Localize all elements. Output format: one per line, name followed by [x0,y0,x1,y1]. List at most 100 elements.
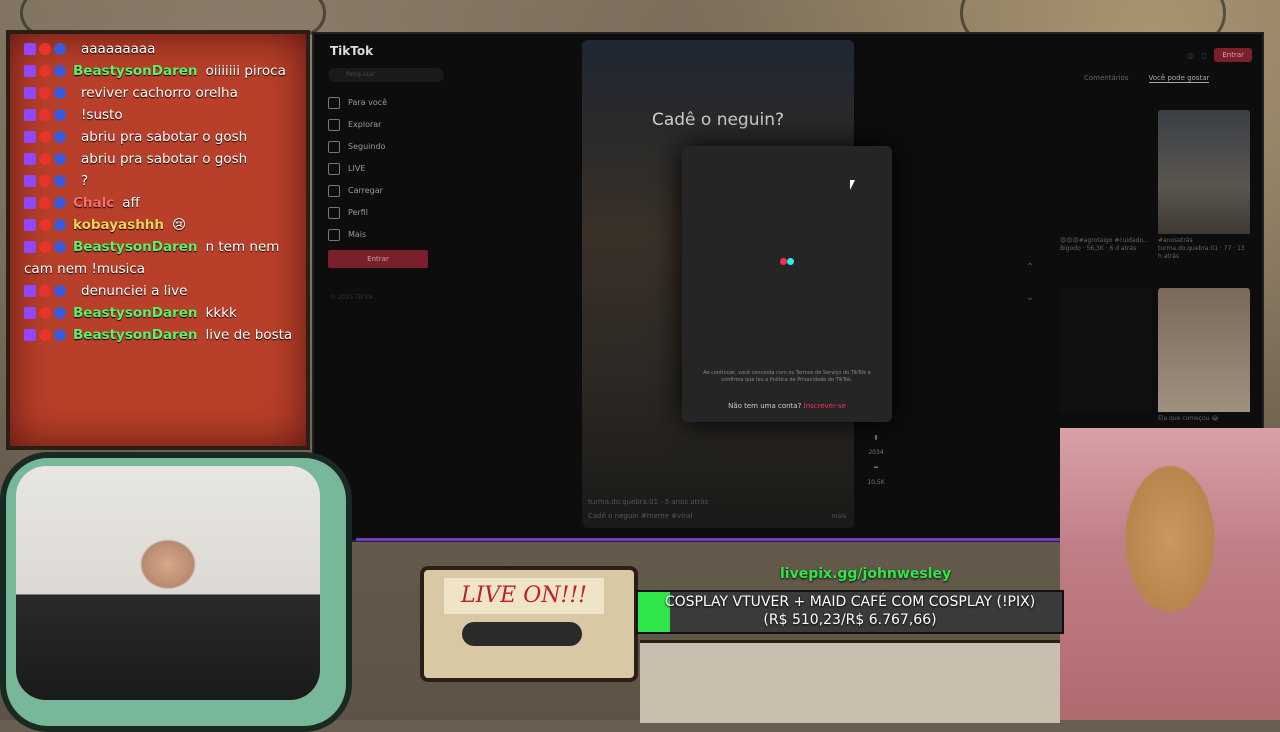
chat-text: reviver cachorro orelha [81,85,238,101]
chat-message: BeastysonDaren kkkk [24,302,300,324]
more-link[interactable]: mais [832,513,846,520]
phone-icon[interactable]: ▯ [1202,51,1206,60]
chat-panel: aaaaaaaaa BeastysonDaren oiiiiiii piroca re… [6,30,310,450]
chevron-up-icon[interactable]: ⌃ [1026,262,1034,273]
user-badges [24,324,69,346]
tabs: Comentários Você pode gostar [1084,74,1210,83]
chat-message: Chalc aff [24,192,300,214]
chat-username[interactable]: BeastysonDaren [73,63,198,79]
badge-icon [54,175,66,187]
badge-icon [39,131,51,143]
chat-message-list: aaaaaaaaa BeastysonDaren oiiiiiii piroca re… [24,34,300,446]
goal-url: livepix.gg/johnwesley [780,566,952,582]
chat-text: abriu pra sabotar o gosh [81,129,248,145]
chat-username[interactable]: BeastysonDaren [73,305,198,321]
machine-decoration [640,640,1060,723]
user-badges [24,236,69,258]
mouse-cursor [850,180,855,190]
badge-icon [24,65,36,77]
badge-icon [54,153,66,165]
login-button[interactable]: Entrar [328,250,428,268]
sidebar-item-perfil[interactable]: Perfil [328,202,387,224]
chat-username[interactable]: BeastysonDaren [73,239,198,255]
sidebar-item-seguindo[interactable]: Seguindo [328,136,387,158]
tab-voce-pode-gostar[interactable]: Você pode gostar [1148,74,1210,83]
sidebar-item-live[interactable]: LIVE [328,158,387,180]
signup-text: Não tem uma conta? [728,402,802,410]
goal-title: COSPLAY VTUVER + MAID CAFÉ COM COSPLAY (… [664,594,1036,610]
user-badges [24,60,69,82]
badge-icon [24,329,36,341]
badge-icon [24,131,36,143]
sidebar-item-explorar[interactable]: Explorar [328,114,387,136]
badge-icon [24,197,36,209]
bookmark-icon[interactable]: ▮ [866,434,886,441]
chat-text: abriu pra sabotar o gosh [81,151,248,167]
user-badges [24,38,69,60]
recommended-video[interactable]: #anosatrás turma.do.quebra.01 · 77 · 13 … [1158,110,1250,261]
badge-icon [54,307,66,319]
tiktok-logo[interactable]: TikTok [330,44,373,58]
chat-message: abriu pra sabotar o gosh [24,148,300,170]
badge-icon [39,285,51,297]
chevron-down-icon[interactable]: ⌄ [1026,292,1034,303]
sidebar-item-para-voce[interactable]: Para você [328,92,387,114]
badge-icon [39,219,51,231]
chat-message: BeastysonDaren n tem nem cam nem !musica [24,236,300,280]
video-caption: Ela que começou 😂 [1158,415,1219,422]
badge-icon [54,197,66,209]
badge-icon [54,87,66,99]
tab-comentarios[interactable]: Comentários [1084,74,1129,83]
search-input[interactable]: Pesquisar [328,68,444,82]
recommended-video[interactable]: Ela que começou 😂 [1158,288,1250,423]
user-badges [24,280,69,302]
user-badges [24,82,69,104]
share-count: 10,5K [867,479,885,486]
recommended-video[interactable] [1060,288,1152,412]
badge-icon [54,43,66,55]
video-thumbnail [1158,288,1250,412]
badge-icon [54,65,66,77]
sidebar-nav: Para você Explorar Seguindo LIVE Carrega… [328,92,387,246]
chat-text: aaaaaaaaa [81,41,156,57]
user-badges [24,170,69,192]
recommended-video[interactable]: 😍😍😍#agrotaigo #cuidado... Bigodo · 56,3K… [1060,110,1152,253]
coin-icon[interactable]: ◎ [1187,51,1194,60]
second-webcam [1060,428,1280,720]
badge-icon [54,131,66,143]
chat-message: abriu pra sabotar o gosh [24,126,300,148]
share-icon[interactable]: ➦ [866,464,886,471]
badge-icon [39,153,51,165]
badge-icon [39,43,51,55]
more-icon [328,229,340,241]
top-login-button[interactable]: Entrar [1214,48,1252,62]
chat-username[interactable]: kobayashhh [73,217,164,233]
video-description: Cadê o neguin #meme #viral [588,512,693,520]
divider-line [356,538,1060,541]
sidebar-item-carregar[interactable]: Carregar [328,180,387,202]
upload-icon [328,185,340,197]
goal-text: COSPLAY VTUVER + MAID CAFÉ COM COSPLAY (… [638,593,1062,629]
chat-message: BeastysonDaren oiiiiiii piroca [24,60,300,82]
users-icon [328,141,340,153]
terms-text: Ao continuar, você concorda com os Termo… [703,370,871,383]
chat-text: live de bosta [205,327,293,343]
sidebar-item-mais[interactable]: Mais [328,224,387,246]
chat-username[interactable]: BeastysonDaren [73,327,198,343]
badge-icon [24,109,36,121]
loading-spinner [780,250,794,269]
user-badges [24,192,69,214]
badge-icon [39,307,51,319]
loading-dot-cyan [787,258,794,265]
chat-text: !susto [81,107,123,123]
video-author[interactable]: turma.do.quebra.01 · 5 anos atrás [588,498,708,506]
user-badges [24,214,69,236]
signup-link[interactable]: Inscrever-se [804,402,846,410]
video-caption: #anosatrás turma.do.quebra.01 · 77 · 13 … [1158,237,1245,260]
chat-text: aff [122,195,140,211]
video-thumbnail [1060,288,1152,412]
user-badges [24,104,69,126]
badge-icon [24,241,36,253]
chat-username[interactable]: Chalc [73,195,114,211]
badge-icon [39,65,51,77]
